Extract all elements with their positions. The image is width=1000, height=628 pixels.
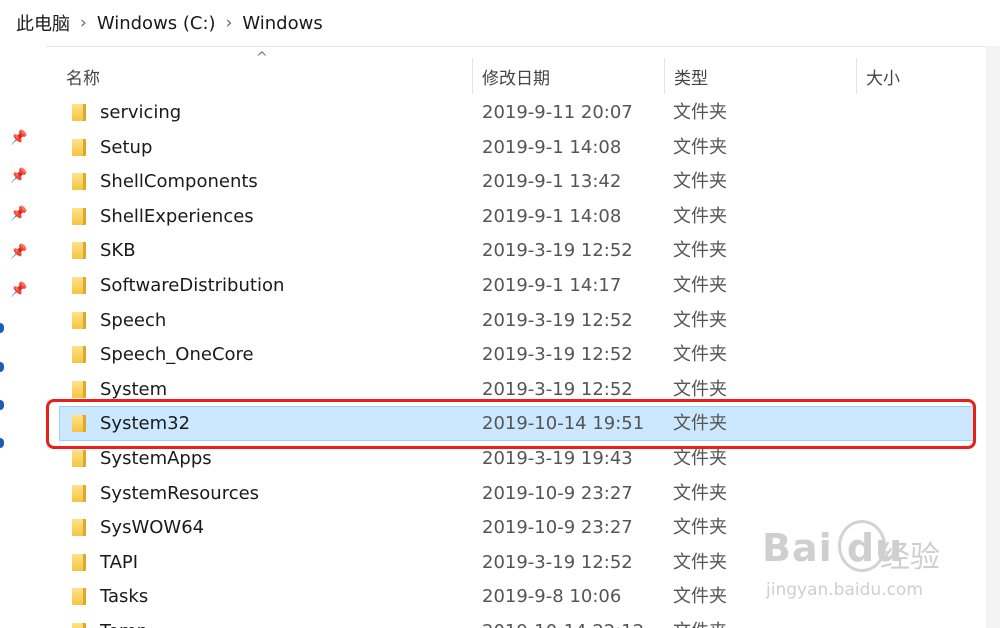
file-name: Speech_OneCore [100, 344, 254, 366]
file-type: 文件夹 [673, 551, 727, 573]
pin-icon[interactable]: 📌 [10, 130, 27, 146]
table-row[interactable]: Tasks 2019-9-8 10:06 文件夹 [60, 580, 974, 613]
modified-date: 2019-3-19 12:52 [482, 551, 633, 573]
sort-ascending-icon: ^ [256, 50, 268, 66]
address-bar[interactable]: 此电脑 › Windows (C:) › Windows [0, 0, 1000, 47]
table-row[interactable]: Setup 2019-9-1 14:08 文件夹 [60, 131, 974, 164]
file-type: 文件夹 [673, 309, 727, 331]
file-name: Speech [100, 309, 167, 331]
modified-date: 2019-3-19 12:52 [482, 309, 633, 331]
file-name: SystemResources [100, 482, 260, 504]
table-row[interactable]: SystemResources 2019-10-9 23:27 文件夹 [60, 477, 974, 510]
column-divider[interactable] [664, 58, 665, 94]
pin-icon[interactable]: 📌 [10, 282, 27, 298]
modified-date: 2019-9-1 14:17 [482, 275, 622, 296]
file-type: 文件夹 [673, 482, 727, 504]
file-type: 文件夹 [673, 344, 727, 366]
modified-date: 2019-10-9 23:27 [482, 482, 633, 504]
vertical-scrollbar[interactable] [986, 46, 1000, 628]
folder-icon [72, 242, 86, 260]
folder-icon [72, 138, 86, 156]
navigation-pane: 📌 📌 📌 📌 📌 [0, 46, 46, 628]
modified-date: 2019-9-8 10:06 [482, 586, 622, 608]
file-type: 文件夹 [673, 171, 727, 193]
nav-item-dot[interactable] [0, 438, 4, 448]
table-row[interactable]: Speech 2019-3-19 12:52 文件夹 [60, 304, 974, 337]
pin-icon[interactable]: 📌 [10, 244, 27, 260]
folder-icon [72, 450, 86, 467]
nav-item-dot[interactable] [0, 362, 4, 372]
column-header-type[interactable]: 类型 [674, 64, 708, 89]
table-row[interactable]: SoftwareDistribution 2019-9-1 14:17 文件夹 [60, 269, 974, 302]
folder-icon [72, 277, 86, 294]
file-name: Setup [100, 136, 153, 158]
file-name: ShellComponents [100, 171, 258, 193]
table-row[interactable]: servicing 2019-9-11 20:07 文件夹 [60, 96, 974, 129]
table-row[interactable]: Speech_OneCore 2019-3-19 12:52 文件夹 [60, 338, 974, 371]
file-type: 文件夹 [673, 136, 727, 158]
table-row[interactable]: ShellComponents 2019-9-1 13:42 文件夹 [60, 165, 974, 198]
table-row[interactable]: Temp 2019-10-14 22:12 文件夹 [60, 615, 974, 628]
nav-item-dot[interactable] [0, 400, 4, 410]
folder-icon [72, 104, 86, 121]
chevron-right-icon: › [80, 13, 87, 33]
file-name: SoftwareDistribution [100, 275, 285, 296]
breadcrumb-drive-c[interactable]: Windows (C:) [97, 13, 216, 34]
modified-date: 2019-9-1 14:08 [482, 205, 622, 227]
table-row[interactable]: ShellExperiences 2019-9-1 14:08 文件夹 [60, 200, 974, 233]
folder-icon [72, 173, 86, 191]
column-header: ^ 名称 修改日期 类型 大小 [46, 50, 986, 98]
modified-date: 2019-9-1 13:42 [482, 171, 622, 193]
file-type: 文件夹 [673, 517, 727, 539]
file-name: SKB [100, 240, 136, 262]
modified-date: 2019-9-1 14:08 [482, 136, 622, 158]
file-type: 文件夹 [673, 102, 727, 123]
column-header-size[interactable]: 大小 [866, 64, 900, 89]
pin-icon[interactable]: 📌 [10, 168, 27, 184]
folder-icon [72, 484, 86, 502]
file-type: 文件夹 [673, 240, 727, 262]
file-name: SysWOW64 [100, 517, 205, 539]
file-type: 文件夹 [673, 615, 727, 628]
modified-date: 2019-10-9 23:27 [482, 517, 633, 539]
modified-date: 2019-10-14 22:12 [482, 615, 644, 628]
modified-date: 2019-3-19 12:52 [482, 344, 633, 366]
breadcrumb-windows[interactable]: Windows [242, 13, 322, 34]
column-divider[interactable] [472, 58, 473, 94]
file-name: ShellExperiences [100, 205, 254, 227]
file-list: servicing 2019-9-11 20:07 文件夹 Setup 2019-9-1… [46, 96, 986, 628]
nav-item-dot[interactable] [0, 323, 4, 333]
annotation-highlight-box [46, 399, 976, 449]
modified-date: 2019-9-11 20:07 [482, 102, 633, 123]
table-row[interactable]: SysWOW64 2019-10-9 23:27 文件夹 [60, 511, 974, 544]
pin-icon[interactable]: 📌 [10, 206, 27, 222]
file-name: servicing [100, 102, 182, 123]
folder-icon [72, 519, 86, 537]
file-type: 文件夹 [673, 586, 727, 608]
folder-icon [72, 311, 86, 329]
file-type: 文件夹 [673, 275, 727, 296]
folder-icon [72, 346, 86, 364]
file-name: Tasks [100, 586, 149, 608]
folder-icon [72, 588, 86, 606]
column-header-name[interactable]: 名称 [66, 64, 100, 89]
table-row[interactable]: TAPI 2019-3-19 12:52 文件夹 [60, 546, 974, 579]
breadcrumb-this-pc[interactable]: 此电脑 [16, 10, 70, 36]
modified-date: 2019-3-19 12:52 [482, 240, 633, 262]
folder-icon [72, 553, 86, 571]
file-name: TAPI [100, 551, 139, 573]
column-header-date[interactable]: 修改日期 [482, 64, 550, 89]
table-row[interactable]: SKB 2019-3-19 12:52 文件夹 [60, 234, 974, 267]
folder-icon [72, 623, 86, 628]
folder-icon [72, 380, 86, 398]
file-name: Temp [100, 615, 148, 628]
file-type: 文件夹 [673, 205, 727, 227]
column-divider[interactable] [856, 58, 857, 94]
folder-icon [72, 207, 86, 225]
chevron-right-icon: › [225, 13, 233, 33]
